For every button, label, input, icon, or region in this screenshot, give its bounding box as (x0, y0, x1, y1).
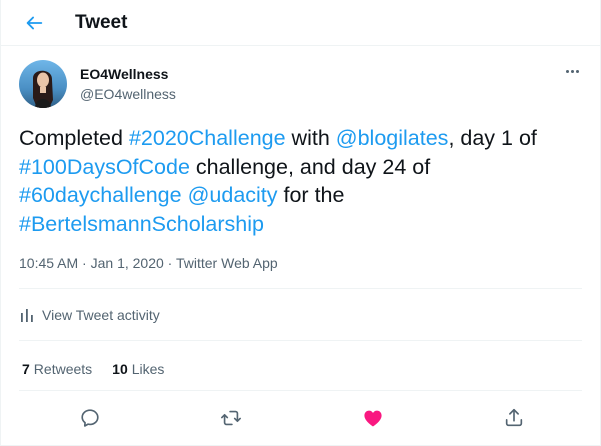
retweets-stat[interactable]: 7 Retweets (22, 361, 92, 377)
like-button[interactable] (359, 404, 387, 432)
likes-count: 10 (112, 361, 128, 377)
more-options-button[interactable] (562, 64, 582, 78)
meta-separator: · (167, 255, 173, 271)
bar-chart-icon (21, 309, 33, 322)
retweets-label: Retweets (33, 361, 93, 377)
tweet-time[interactable]: 10:45 AM (19, 255, 78, 271)
mention-link[interactable]: @udacity (188, 183, 278, 207)
reply-button[interactable] (76, 404, 104, 432)
tweet-page: Tweet EO4Wellness @EO4wellness Completed… (0, 0, 601, 446)
tweet-text-segment: , day 1 of (448, 126, 537, 150)
mention-link[interactable]: @blogilates (336, 126, 449, 150)
author-name[interactable]: EO4Wellness (80, 66, 168, 82)
divider (19, 288, 582, 289)
tweet-meta: 10:45 AM · Jan 1, 2020 · Twitter Web App (19, 255, 278, 271)
tweet-date[interactable]: Jan 1, 2020 (91, 255, 164, 271)
back-button[interactable] (20, 9, 48, 37)
hashtag-link[interactable]: #60daychallenge (19, 183, 182, 207)
tweet-text: Completed #2020Challenge with @blogilate… (19, 124, 587, 238)
tweet-stats: 7 Retweets 10 Likes (22, 361, 164, 377)
hashtag-link[interactable]: #2020Challenge (129, 126, 286, 150)
divider (19, 340, 582, 341)
divider (19, 390, 582, 391)
likes-label: Likes (131, 361, 165, 377)
tweet-source[interactable]: Twitter Web App (176, 255, 278, 271)
retweets-count: 7 (22, 361, 30, 377)
more-horizontal-icon (565, 69, 569, 73)
avatar-image (19, 60, 67, 108)
hashtag-link[interactable]: #100DaysOfCode (19, 155, 190, 179)
reply-icon (81, 409, 99, 427)
retweet-icon (221, 410, 241, 426)
share-icon (505, 408, 523, 427)
heart-icon (364, 410, 382, 427)
hashtag-link[interactable]: #BertelsmannScholarship (19, 212, 264, 236)
tweet-text-segment: for the (277, 183, 345, 207)
more-dot (570, 69, 574, 73)
avatar[interactable] (19, 60, 67, 108)
tweet-text-segment: challenge, and day 24 of (189, 154, 431, 179)
arrow-left-icon (26, 16, 43, 30)
activity-label: View Tweet activity (42, 307, 160, 323)
author-handle[interactable]: @EO4wellness (80, 86, 176, 102)
meta-separator: · (82, 255, 87, 271)
action-bar (1, 402, 600, 434)
share-button[interactable] (500, 404, 528, 432)
view-tweet-activity-link[interactable]: View Tweet activity (20, 307, 160, 323)
page-title: Tweet (75, 12, 128, 33)
likes-stat[interactable]: 10 Likes (112, 361, 164, 377)
retweet-button[interactable] (217, 404, 245, 432)
tweet-text-segment: with (285, 126, 336, 150)
tweet-text-segment: Completed (19, 126, 129, 150)
more-dot (575, 69, 579, 73)
top-bar: Tweet (1, 0, 600, 46)
